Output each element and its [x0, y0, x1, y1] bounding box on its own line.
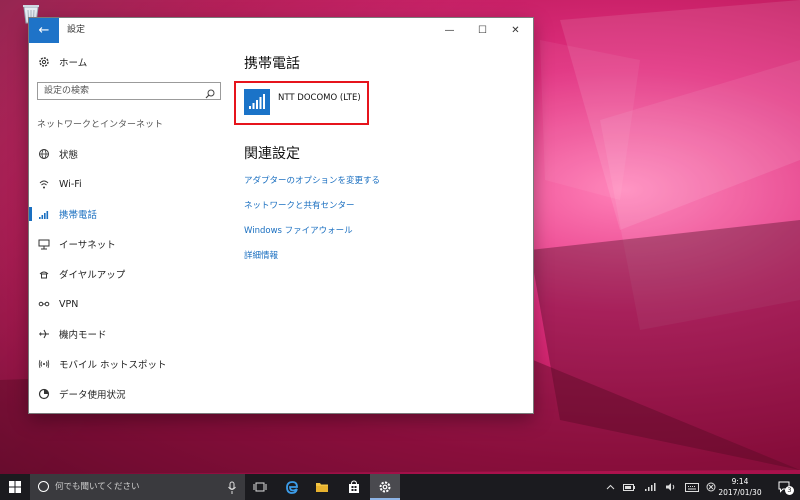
- cellular-icon: [37, 207, 51, 221]
- sidebar-item-wifi[interactable]: Wi-Fi: [29, 169, 229, 199]
- settings-search[interactable]: [37, 82, 221, 100]
- network-signal-icon[interactable]: [643, 474, 657, 500]
- sidebar-item-label: データ使用状況: [59, 390, 126, 401]
- chevron-up-icon[interactable]: [603, 474, 617, 500]
- sidebar-item-label: 携帯電話: [59, 210, 98, 221]
- notification-count: 3: [785, 486, 794, 495]
- battery-icon[interactable]: [622, 474, 636, 500]
- vpn-icon: [37, 297, 51, 311]
- nav-category-title: ネットワークとインターネット: [37, 120, 164, 130]
- sidebar-item-data-usage[interactable]: データ使用状況: [29, 379, 229, 409]
- task-view-icon[interactable]: [245, 474, 275, 500]
- microphone-icon[interactable]: [227, 480, 237, 494]
- link-more-info[interactable]: 詳細情報: [244, 249, 380, 274]
- dialup-icon: [37, 267, 51, 281]
- nav-home[interactable]: ホーム: [37, 54, 87, 70]
- page-title: 携帯電話: [244, 56, 300, 72]
- data-usage-icon: [37, 387, 51, 401]
- taskbar: 何でも聞いてください 9:14 2017/01/30 3: [0, 474, 800, 500]
- sidebar-item-vpn[interactable]: VPN: [29, 289, 229, 319]
- hotspot-icon: [37, 357, 51, 371]
- related-links: アダプターのオプションを変更する ネットワークと共有センター Windows フ…: [244, 174, 380, 274]
- start-button[interactable]: [0, 474, 30, 500]
- clock-time: 9:14: [731, 477, 749, 486]
- cortana-icon: [38, 481, 49, 492]
- sidebar-item-label: VPN: [59, 298, 79, 310]
- gear-icon: [37, 55, 51, 69]
- maximize-button[interactable]: ☐: [466, 18, 499, 43]
- sidebar-item-label: 状態: [59, 150, 79, 161]
- keyboard-icon[interactable]: [684, 474, 700, 500]
- sidebar-item-label: イーサネット: [59, 240, 116, 251]
- signal-strength-icon: [244, 89, 270, 115]
- store-icon[interactable]: [339, 474, 369, 500]
- sidebar-item-label: ダイヤルアップ: [59, 270, 126, 281]
- nav-home-label: ホーム: [59, 58, 88, 69]
- sidebar-item-hotspot[interactable]: モバイル ホットスポット: [29, 349, 229, 379]
- settings-app-icon[interactable]: [370, 474, 400, 500]
- sidebar-item-label: 機内モード: [59, 330, 107, 341]
- search-icon[interactable]: [204, 85, 216, 99]
- search-input[interactable]: [38, 83, 204, 99]
- sidebar-item-label: モバイル ホットスポット: [59, 360, 167, 371]
- link-windows-firewall[interactable]: Windows ファイアウォール: [244, 224, 380, 249]
- title-bar: ← 設定 — ☐ ✕: [29, 18, 533, 43]
- edge-browser-icon[interactable]: [277, 474, 307, 500]
- settings-window: ← 設定 — ☐ ✕ ホーム ネットワークとインターネット 状態 Wi-Fi: [29, 18, 533, 413]
- sidebar-item-dialup[interactable]: ダイヤルアップ: [29, 259, 229, 289]
- ethernet-icon: [37, 237, 51, 251]
- nav-list: 状態 Wi-Fi 携帯電話 イーサネット ダイヤルアップ VPN 機内モード モ…: [29, 139, 229, 409]
- system-clock[interactable]: 9:14 2017/01/30: [716, 476, 764, 498]
- wifi-icon: [37, 177, 51, 191]
- arrow-left-icon: ←: [38, 23, 50, 38]
- windows-logo-icon: [9, 481, 21, 493]
- sidebar-item-status[interactable]: 状態: [29, 139, 229, 169]
- window-title: 設定: [67, 25, 86, 35]
- network-name: NTT DOCOMO (LTE): [278, 93, 361, 103]
- taskbar-search[interactable]: 何でも聞いてください: [30, 474, 245, 500]
- airplane-icon: [37, 327, 51, 341]
- clock-date: 2017/01/30: [718, 488, 762, 497]
- back-button[interactable]: ←: [29, 18, 59, 43]
- sidebar-item-label: Wi-Fi: [59, 178, 82, 190]
- globe-icon: [37, 147, 51, 161]
- cellular-network-item[interactable]: NTT DOCOMO (LTE): [234, 81, 369, 125]
- sidebar-item-airplane[interactable]: 機内モード: [29, 319, 229, 349]
- close-button[interactable]: ✕: [499, 18, 532, 43]
- link-adapter-options[interactable]: アダプターのオプションを変更する: [244, 174, 380, 199]
- link-network-sharing-center[interactable]: ネットワークと共有センター: [244, 199, 380, 224]
- file-explorer-icon[interactable]: [307, 474, 337, 500]
- sidebar-item-ethernet[interactable]: イーサネット: [29, 229, 229, 259]
- minimize-button[interactable]: —: [433, 18, 466, 43]
- volume-icon[interactable]: [664, 474, 678, 500]
- action-center-button[interactable]: 3: [772, 474, 796, 500]
- related-settings-heading: 関連設定: [244, 146, 300, 162]
- sidebar-item-cellular[interactable]: 携帯電話: [29, 199, 229, 229]
- taskbar-search-placeholder: 何でも聞いてください: [55, 482, 140, 492]
